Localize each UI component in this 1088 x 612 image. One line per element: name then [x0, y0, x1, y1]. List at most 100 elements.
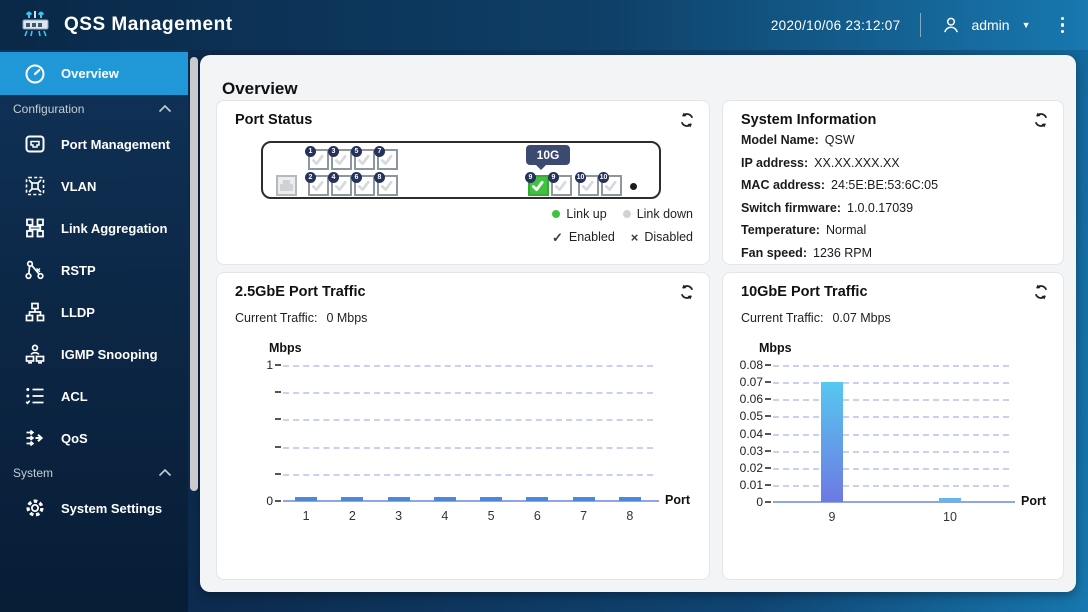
section-label: Configuration: [13, 102, 85, 116]
y-tick: [275, 472, 281, 475]
app-title: QSS Management: [64, 14, 233, 35]
section-label: System: [13, 466, 54, 480]
y-tick: [765, 381, 771, 384]
bar-port-6: [526, 497, 549, 501]
x-tick-label: 1: [302, 509, 310, 523]
x-tick-label: 5: [487, 509, 495, 523]
y-tick: [765, 501, 771, 503]
y-tick: [275, 364, 281, 366]
port-1[interactable]: 1: [305, 146, 329, 170]
gear-icon: [24, 497, 46, 519]
y-tick: [765, 415, 771, 418]
sidebar-section-configuration[interactable]: Configuration: [0, 95, 188, 123]
refresh-button[interactable]: [678, 111, 696, 129]
sidebar-item-label: ACL: [61, 388, 88, 404]
sidebar-item-rstp[interactable]: RSTP: [0, 249, 188, 291]
x-tick-label: 2: [348, 509, 356, 523]
sidebar-section-system[interactable]: System: [0, 459, 188, 487]
x-axis-line: [773, 501, 1015, 503]
info-value: QSW: [824, 133, 855, 147]
port-2[interactable]: 2: [305, 172, 329, 196]
sidebar-item-link-aggregation[interactable]: Link Aggregation: [0, 207, 188, 249]
info-label: Model Name:: [741, 133, 819, 147]
sidebar-item-acl[interactable]: ACL: [0, 375, 188, 417]
sidebar-item-label: LLDP: [61, 304, 95, 320]
gridline: [773, 467, 1009, 470]
info-row: Switch firmware: 1.0.0.17039: [741, 201, 1049, 215]
y-tick-label: 0.07: [739, 375, 763, 390]
info-label: IP address:: [741, 155, 809, 170]
refresh-button[interactable]: [1032, 111, 1050, 129]
kebab-menu-icon[interactable]: [1057, 13, 1069, 38]
user-icon: [941, 15, 961, 35]
sidebar-item-overview[interactable]: Overview: [0, 52, 188, 95]
rstp-icon: [24, 259, 46, 281]
port-3[interactable]: 3: [328, 146, 352, 170]
qos-icon: [24, 427, 46, 449]
port-10[interactable]: 10: [575, 172, 599, 196]
refresh-button[interactable]: [678, 283, 696, 301]
port-10[interactable]: 10: [598, 172, 622, 196]
check-icon: ✓: [551, 229, 563, 245]
sidebar-item-qos[interactable]: QoS: [0, 417, 188, 459]
port-speed-tooltip: 10G: [526, 145, 570, 170]
top-bar: QSS Management 2020/10/06 23:12:07 admin…: [0, 0, 1088, 50]
gridline: [773, 484, 1009, 487]
x-tick-label: 7: [580, 509, 588, 523]
refresh-button[interactable]: [1032, 283, 1050, 301]
port-6[interactable]: 6: [351, 172, 375, 196]
acl-icon: [24, 385, 46, 407]
user-menu[interactable]: admin ▼: [941, 15, 1031, 35]
link-up-dot: [552, 210, 561, 218]
switch-faceplate: 10G 1 3 5 7 2 4 6 8 9 9 10 10: [261, 141, 661, 199]
bar-port-4: [433, 497, 456, 501]
gridline: [283, 446, 653, 449]
link-down-dot: [622, 210, 631, 218]
scrollbar-thumb[interactable]: [190, 57, 198, 491]
y-tick: [765, 364, 771, 366]
panel-title: 10GbE Port Traffic: [741, 284, 868, 300]
sidebar-item-system-settings[interactable]: System Settings: [0, 487, 188, 529]
y-tick: [275, 500, 281, 502]
info-row: Fan speed: 1236 RPM: [741, 246, 1049, 260]
app-logo-icon: [18, 9, 54, 41]
legend-item: Link down: [622, 207, 693, 221]
gridline: [283, 419, 653, 422]
topbar-divider: [920, 13, 922, 37]
port-status-panel: Port Status 10G 1 3 5 7 2 4 6 8 9 9 10 10 Link up Li…: [216, 100, 710, 265]
port-5[interactable]: 5: [351, 146, 375, 170]
legend-item: × Disabled: [631, 230, 693, 244]
current-traffic: Current Traffic: 0.07 Mbps: [741, 311, 891, 325]
bar-port-10: [939, 498, 961, 502]
sidebar-item-vlan[interactable]: VLAN: [0, 165, 188, 207]
console-port[interactable]: [276, 175, 297, 196]
sidebar-item-lldp[interactable]: LLDP: [0, 291, 188, 333]
x-tick-label: 3: [395, 509, 403, 523]
port-4[interactable]: 4: [328, 172, 352, 196]
gridline: [773, 365, 1009, 367]
y-tick-label: 0.05: [739, 409, 763, 424]
port-7[interactable]: 7: [374, 146, 398, 170]
y-axis-label: Mbps: [269, 341, 302, 355]
y-tick-label: 0: [756, 495, 763, 509]
info-row: Temperature: Normal: [741, 223, 1049, 237]
x-tick-label: 10: [943, 510, 957, 524]
info-row: IP address: XX.XX.XXX.XX: [741, 156, 1049, 170]
y-tick-label: 0.04: [739, 426, 763, 441]
info-row: MAC address: 24:5E:BE:53:6C:05: [741, 178, 1049, 192]
sidebar-item-label: QoS: [61, 430, 88, 446]
x-axis-label: Port: [1021, 494, 1046, 508]
chevron-down-icon: ▼: [1021, 20, 1031, 30]
legend-row-link: Link up Link down: [552, 207, 693, 221]
legend-item: Link up: [552, 207, 607, 221]
gridline: [773, 399, 1009, 402]
y-axis-label: Mbps: [759, 341, 792, 355]
sidebar-item-igmp-snooping[interactable]: IGMP Snooping: [0, 333, 188, 375]
y-tick: [275, 391, 281, 394]
system-info-list: Model Name: QSW IP address: XX.XX.XXX.XX MAC…: [741, 133, 1049, 268]
port-9[interactable]: 9: [548, 172, 572, 196]
sidebar-item-port-management[interactable]: Port Management: [0, 123, 188, 165]
traffic-panel-10gbe: 10GbE Port Traffic Current Traffic: 0.07 …: [722, 272, 1064, 580]
port-8[interactable]: 8: [374, 172, 398, 196]
port-9-up[interactable]: 9: [525, 172, 549, 196]
